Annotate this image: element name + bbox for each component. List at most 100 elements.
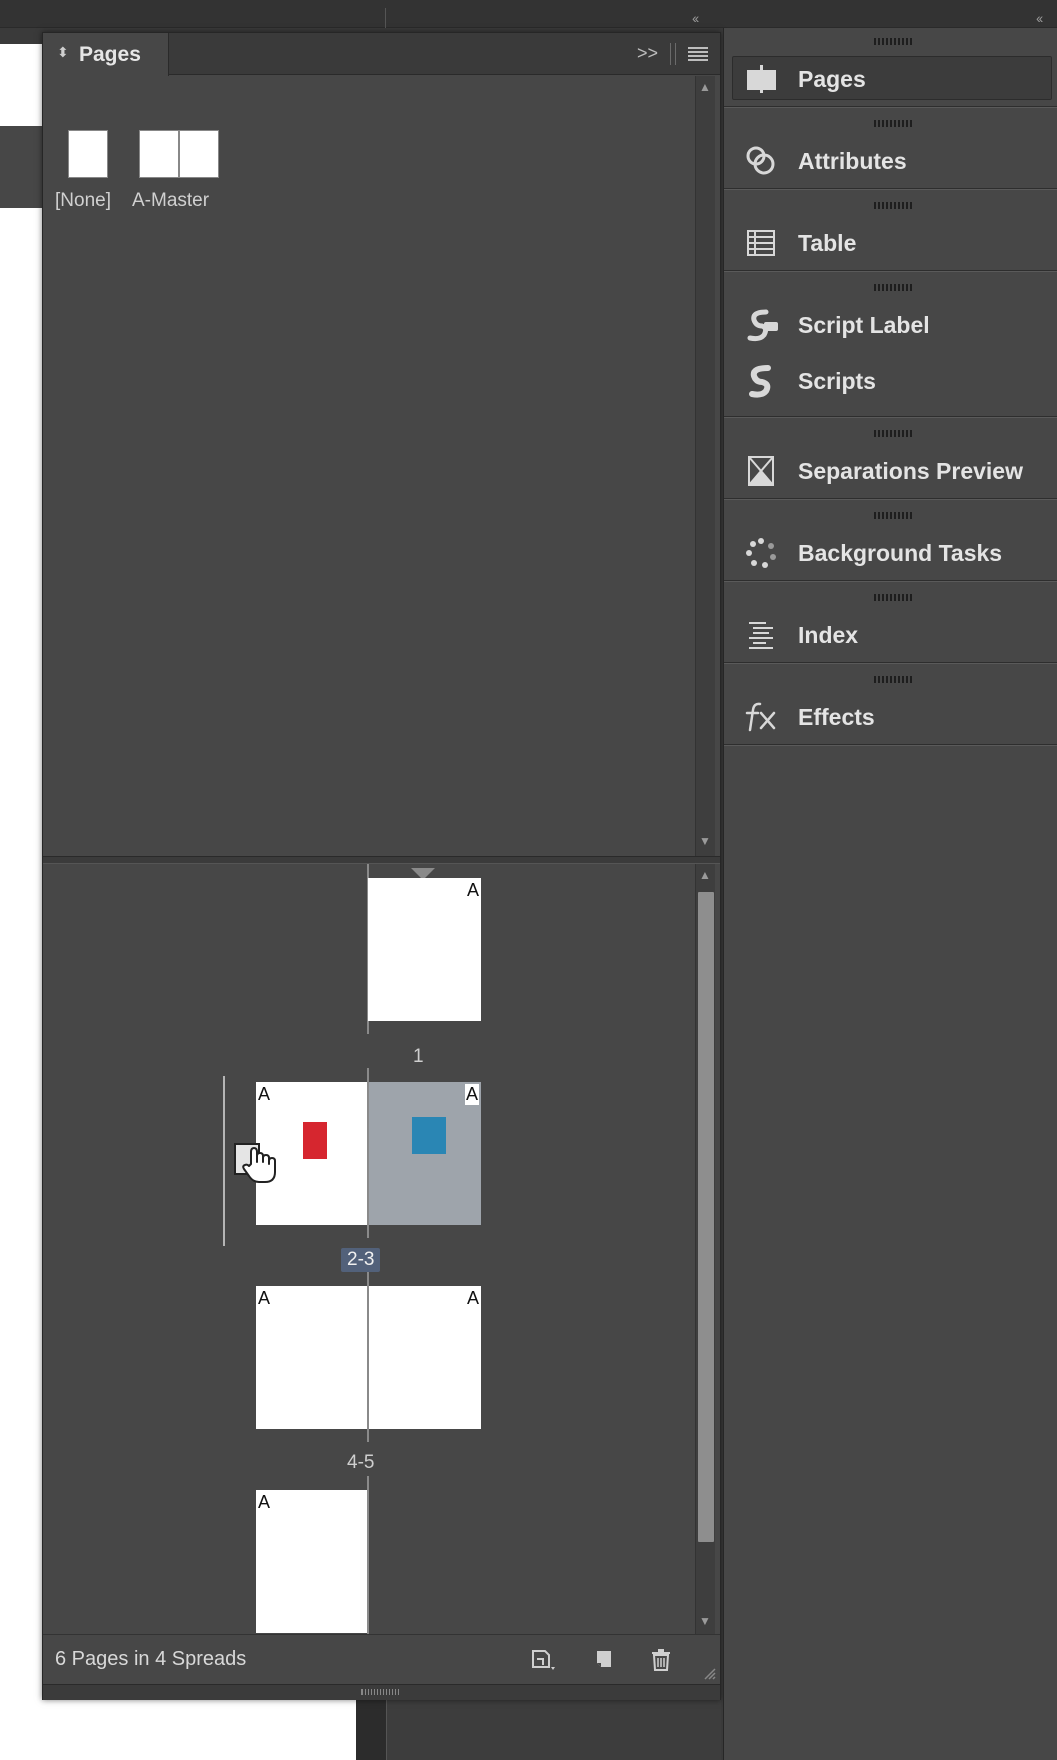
dock-separator <box>724 416 1057 418</box>
dock-grip[interactable] <box>874 284 914 291</box>
spreads-scrollbar[interactable]: ▲ ▼ <box>695 864 715 1634</box>
attributes-icon <box>746 146 775 175</box>
spreads-scroll-thumb[interactable] <box>698 892 714 1542</box>
panel-underlay <box>386 1690 721 1760</box>
separations-icon <box>748 456 774 486</box>
pages-icon <box>747 65 776 93</box>
master-prefix: A <box>464 1084 479 1105</box>
page-thumb-6[interactable]: A <box>256 1490 367 1633</box>
background-tasks-icon <box>746 538 776 568</box>
pages-status: 6 Pages in 4 Spreads <box>55 1648 247 1670</box>
dock-separator <box>724 270 1057 272</box>
page-thumb-3[interactable]: A <box>369 1082 481 1225</box>
masters-scrollbar[interactable]: ▲ ▼ <box>695 76 715 856</box>
master-none-thumb[interactable] <box>68 130 108 178</box>
spread-label[interactable]: 4-5 <box>347 1452 374 1474</box>
dock-grip[interactable] <box>874 430 914 437</box>
panel-bottom-grip[interactable] <box>43 1684 720 1700</box>
dock-item-highlight <box>732 56 1052 100</box>
pages-panel: ⬍ Pages >> [None] A-Master ▲ ▼ A 1 A A 2… <box>42 32 721 1700</box>
page-thumb-1[interactable]: A <box>368 878 481 1021</box>
dock-item-label: Script Label <box>798 312 930 338</box>
dock-item-background-tasks[interactable]: Background Tasks <box>724 526 1057 582</box>
dock-separator <box>724 580 1057 582</box>
dock-item-effects[interactable]: Effects <box>724 690 1057 746</box>
effects-icon <box>745 702 776 732</box>
dock-grip[interactable] <box>874 512 914 519</box>
master-a-right-thumb[interactable] <box>179 130 219 178</box>
tab-pages[interactable]: ⬍ Pages <box>43 33 169 76</box>
spreads-section: A 1 A A 2-3 A A 4-5 A <box>43 864 695 1634</box>
collapse-panel-icon[interactable]: >> <box>637 43 658 64</box>
dock-grip[interactable] <box>874 202 914 209</box>
panel-dock: Pages Attributes Table Script Label Scri… <box>723 28 1057 1760</box>
dock-separator <box>724 662 1057 664</box>
dock-item-scripts[interactable]: Scripts <box>724 354 1057 410</box>
master-prefix: A <box>258 1288 271 1308</box>
app-top-bar: ‹‹ ‹‹ <box>0 0 1057 28</box>
dock-separator <box>724 744 1057 746</box>
updown-arrow-icon[interactable]: ⬍ <box>57 44 69 61</box>
grip-dots <box>361 1689 399 1695</box>
dock-item-pages[interactable]: Pages <box>724 52 1057 108</box>
insert-indicator <box>223 1076 225 1246</box>
dock-item-label: Table <box>798 230 857 256</box>
dock-grip[interactable] <box>874 120 914 127</box>
dock-separator <box>724 188 1057 190</box>
collapse-dock-chevron-icon[interactable]: ‹‹ <box>1036 10 1043 26</box>
dock-grip[interactable] <box>874 594 914 601</box>
resize-grip-icon[interactable] <box>701 1665 717 1681</box>
dock-item-table[interactable]: Table <box>724 216 1057 272</box>
dock-item-script-label[interactable]: Script Label <box>724 298 1057 354</box>
dock-item-attributes[interactable]: Attributes <box>724 134 1057 190</box>
spread-label-selected[interactable]: 2-3 <box>341 1248 381 1272</box>
red-frame-object[interactable] <box>303 1122 327 1159</box>
scroll-down-icon[interactable]: ▼ <box>699 1614 711 1628</box>
section-divider[interactable] <box>43 856 720 864</box>
panel-title: Pages <box>79 43 141 66</box>
scroll-up-icon[interactable]: ▲ <box>699 868 711 882</box>
scroll-down-icon[interactable]: ▼ <box>699 834 711 848</box>
collapse-left-chevron-icon[interactable]: ‹‹ <box>692 10 699 26</box>
new-page-icon[interactable] <box>591 1647 619 1673</box>
spread-spine <box>367 1476 369 1634</box>
master-label: [None] <box>55 190 111 211</box>
dock-item-label: Effects <box>798 704 875 730</box>
scroll-up-icon[interactable]: ▲ <box>699 80 711 94</box>
dock-item-label: Attributes <box>798 148 907 174</box>
canvas-gutter <box>356 1690 386 1760</box>
table-icon <box>747 230 775 256</box>
index-icon <box>749 622 773 649</box>
panel-header: ⬍ Pages >> <box>43 33 720 76</box>
master-prefix: A <box>466 1288 479 1308</box>
top-bar-separator <box>385 8 386 28</box>
master-label: A-Master <box>132 190 210 211</box>
master-prefix: A <box>466 880 479 900</box>
master-a-left-thumb[interactable] <box>139 130 179 178</box>
dock-item-label: Background Tasks <box>798 540 1003 566</box>
panel-grip[interactable] <box>670 43 676 65</box>
dock-item-label: Pages <box>798 66 866 92</box>
dock-grip[interactable] <box>874 38 914 45</box>
dock-grip[interactable] <box>874 676 914 683</box>
panel-menu-icon[interactable] <box>688 47 708 61</box>
dock-separator <box>724 106 1057 108</box>
delete-page-icon[interactable] <box>647 1647 675 1673</box>
scripts-icon <box>749 365 771 398</box>
masters-section: [None] A-Master <box>43 76 695 856</box>
drag-hand-cursor-icon <box>234 1143 276 1183</box>
dock-item-index[interactable]: Index <box>724 608 1057 664</box>
page-size-icon[interactable] <box>529 1647 557 1673</box>
dock-item-label: Scripts <box>798 368 876 394</box>
master-prefix: A <box>258 1492 271 1512</box>
page-thumb-5[interactable]: A <box>369 1286 481 1429</box>
panel-footer: 6 Pages in 4 Spreads <box>43 1634 720 1684</box>
dock-item-separations-preview[interactable]: Separations Preview <box>724 444 1057 500</box>
blue-frame-object[interactable] <box>412 1117 446 1154</box>
dock-item-label: Separations Preview <box>798 458 1023 484</box>
dock-separator <box>724 498 1057 500</box>
script-label-icon <box>747 309 778 342</box>
master-prefix: A <box>258 1084 271 1104</box>
page-thumb-4[interactable]: A <box>256 1286 367 1429</box>
spread-label[interactable]: 1 <box>413 1046 424 1068</box>
